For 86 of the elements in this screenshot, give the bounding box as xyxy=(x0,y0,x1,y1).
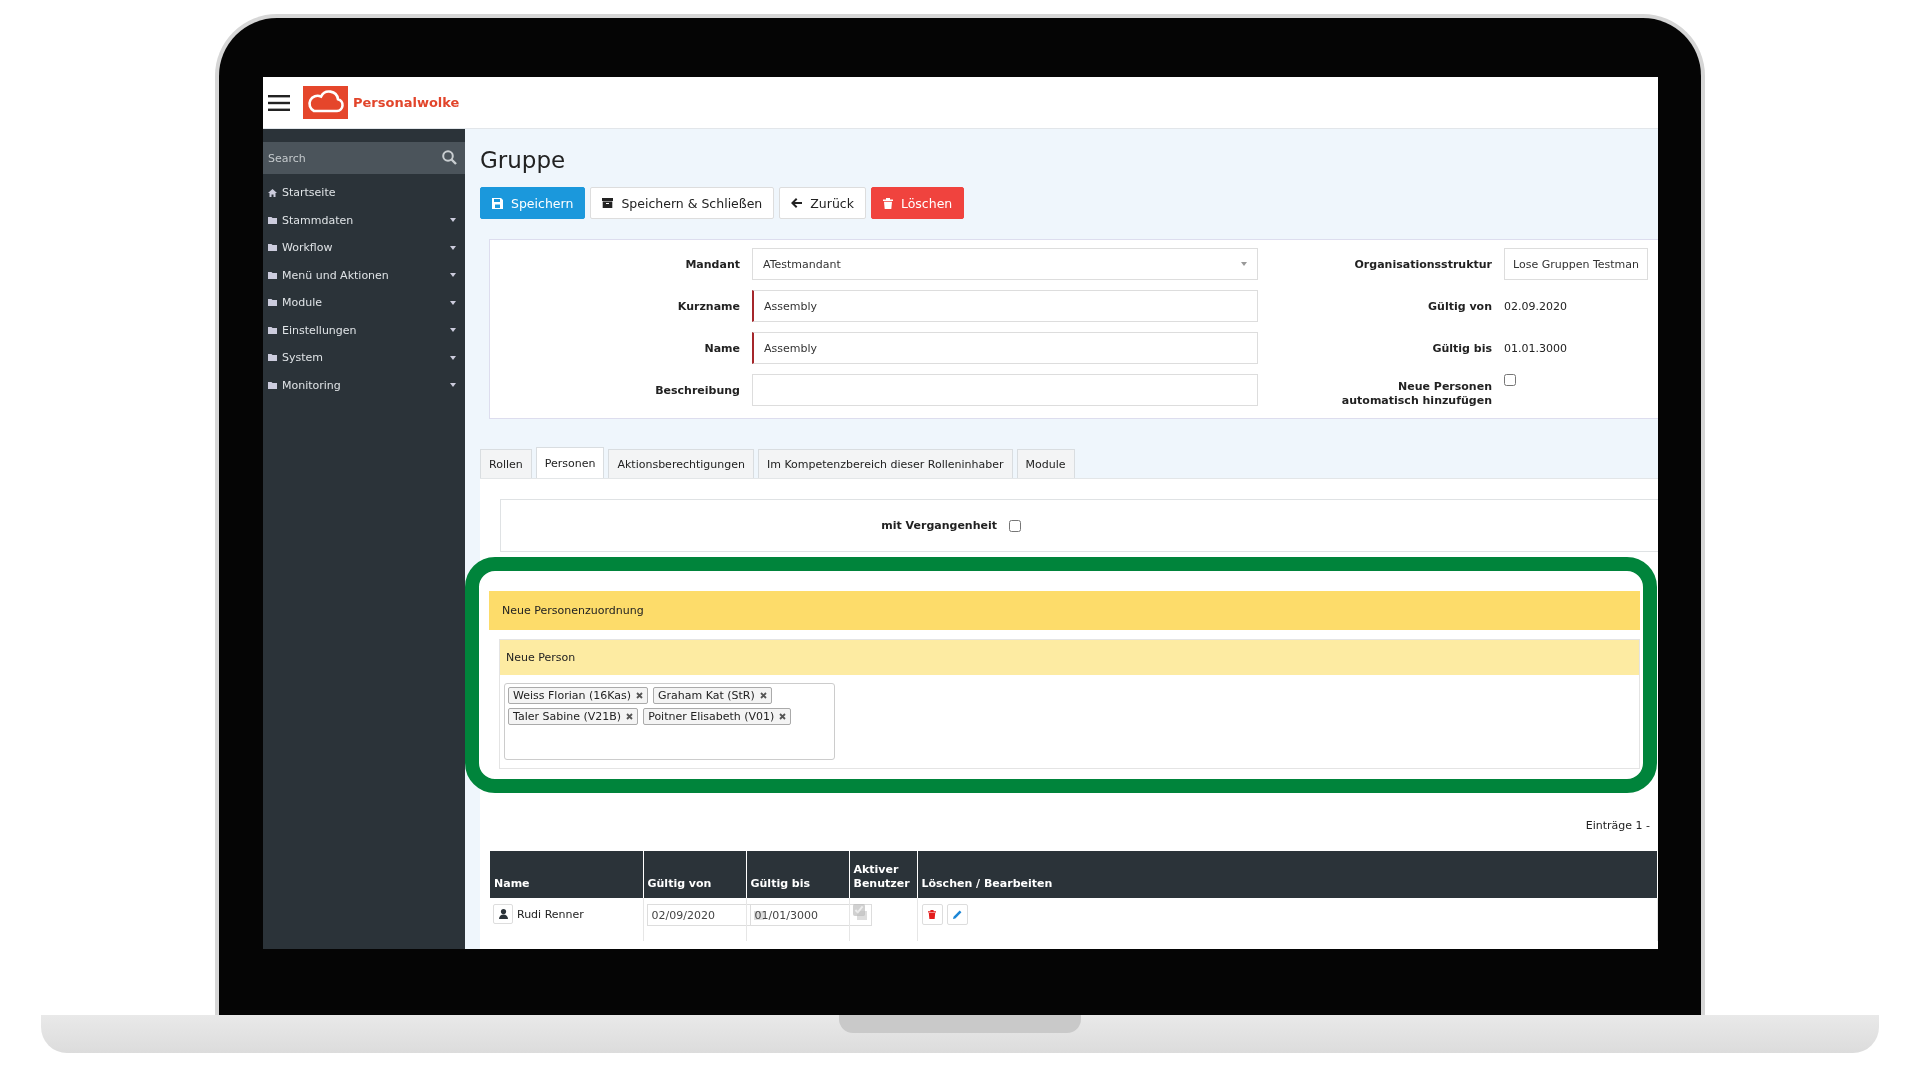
nav-item[interactable]: Einstellungen xyxy=(263,316,465,344)
folder-icon xyxy=(268,354,277,362)
caret-down-icon xyxy=(450,300,456,305)
text-field[interactable]: Lose Gruppen Testman xyxy=(1504,248,1648,280)
tab[interactable]: Im Kompetenzbereich dieser Rolleninhaber xyxy=(757,449,1013,478)
folder-icon xyxy=(268,244,277,252)
entries-info: Einträge 1 - xyxy=(1585,819,1650,832)
back-button[interactable]: Zurück xyxy=(779,187,866,219)
remove-icon[interactable] xyxy=(626,713,634,720)
nav-item[interactable]: Startseite xyxy=(263,179,465,207)
caret-down-icon xyxy=(450,273,456,278)
select-field[interactable]: ATestmandant xyxy=(752,248,1258,280)
user-button[interactable] xyxy=(493,904,513,924)
field-value: 01.01.3000 xyxy=(1504,341,1568,355)
arrow-left-icon xyxy=(791,198,803,208)
input-field[interactable]: Assembly xyxy=(752,332,1258,364)
tag[interactable]: Weiss Florian (16Kas) xyxy=(508,687,648,704)
section-header: Neue Personenzuordnung xyxy=(489,591,1640,630)
trash-icon xyxy=(882,197,893,209)
folder-icon xyxy=(268,216,277,224)
input-field[interactable] xyxy=(752,374,1258,406)
caret-down-icon xyxy=(450,218,456,223)
checkbox[interactable] xyxy=(1504,374,1516,386)
tab[interactable]: Personen xyxy=(535,447,605,478)
trash-icon xyxy=(928,910,936,919)
multi-select-field[interactable]: Weiss Florian (16Kas) Graham Kat (StR) Taler Sabine (V21B) Poitner Elisabeth (V01) xyxy=(504,683,835,760)
field-label: Gültig von xyxy=(1428,299,1492,313)
subsection-header: Neue Person xyxy=(500,640,1639,675)
remove-icon[interactable] xyxy=(636,692,643,699)
nav-item[interactable]: Workflow xyxy=(263,234,465,262)
tag[interactable]: Graham Kat (StR) xyxy=(653,687,772,704)
search-field[interactable]: Search xyxy=(263,142,465,174)
field-label: Beschreibung xyxy=(655,383,740,397)
column-header: Gültig bis xyxy=(746,851,849,898)
nav-item[interactable]: Module xyxy=(263,289,465,317)
folder-icon xyxy=(268,299,277,307)
floppy-icon xyxy=(492,197,503,209)
caret-down-icon xyxy=(1241,262,1247,266)
delete-button[interactable] xyxy=(921,904,943,925)
caret-down-icon xyxy=(450,245,456,250)
nav-item[interactable]: Menü und Aktionen xyxy=(263,261,465,289)
folder-icon xyxy=(268,326,277,334)
calendar-icon xyxy=(856,910,867,920)
caret-down-icon xyxy=(450,355,456,360)
date-field[interactable]: 01/01/3000 xyxy=(749,904,872,926)
field-label: Neue Personen automatisch hinzufügen xyxy=(1340,380,1492,408)
folder-icon xyxy=(268,271,277,279)
field-label: Gültig bis xyxy=(1432,341,1492,355)
tab[interactable]: Module xyxy=(1016,449,1075,478)
field-label: mit Vergangenheit xyxy=(880,519,997,532)
caret-down-icon xyxy=(450,383,456,388)
tag[interactable]: Poitner Elisabeth (V01) xyxy=(643,708,792,725)
remove-icon[interactable] xyxy=(759,692,767,699)
field-label: Mandant xyxy=(685,257,740,271)
edit-button[interactable] xyxy=(946,904,968,925)
menu-icon[interactable] xyxy=(268,94,290,111)
column-header: Gültig von xyxy=(643,851,746,898)
field-label: Organisationsstruktur xyxy=(1354,257,1492,271)
field-label: Name xyxy=(704,341,740,355)
nav-item[interactable]: Monitoring xyxy=(263,371,465,399)
home-icon xyxy=(268,188,277,197)
archive-icon xyxy=(602,198,614,208)
person-icon xyxy=(498,909,508,919)
column-header: Name xyxy=(490,851,643,898)
page-title: Gruppe xyxy=(480,146,566,175)
nav-item[interactable]: System xyxy=(263,344,465,372)
field-label: Kurzname xyxy=(677,299,740,313)
input-field[interactable]: Assembly xyxy=(752,290,1258,322)
caret-down-icon xyxy=(450,328,456,333)
remove-icon[interactable] xyxy=(779,713,787,720)
person-name: Rudi Renner xyxy=(517,907,584,921)
search-icon xyxy=(442,150,457,165)
field-value: 02.09.2020 xyxy=(1504,299,1568,313)
app-name: Personalwolke xyxy=(353,95,460,110)
save-close-button[interactable]: Speichern & Schließen xyxy=(590,187,775,219)
tab[interactable]: Aktionsberechtigungen xyxy=(608,449,754,478)
column-header: Aktiver Benutzer xyxy=(849,851,917,898)
checkbox[interactable] xyxy=(1009,519,1021,532)
pencil-icon xyxy=(952,910,962,919)
delete-button[interactable]: Löschen xyxy=(870,187,965,219)
tag[interactable]: Taler Sabine (V21B) xyxy=(508,708,639,725)
tab[interactable]: Rollen xyxy=(480,449,532,478)
column-header: Löschen / Bearbeiten xyxy=(917,851,1658,898)
cloud-logo-icon xyxy=(303,86,348,119)
folder-icon xyxy=(268,381,277,389)
nav-item[interactable]: Stammdaten xyxy=(263,206,465,234)
